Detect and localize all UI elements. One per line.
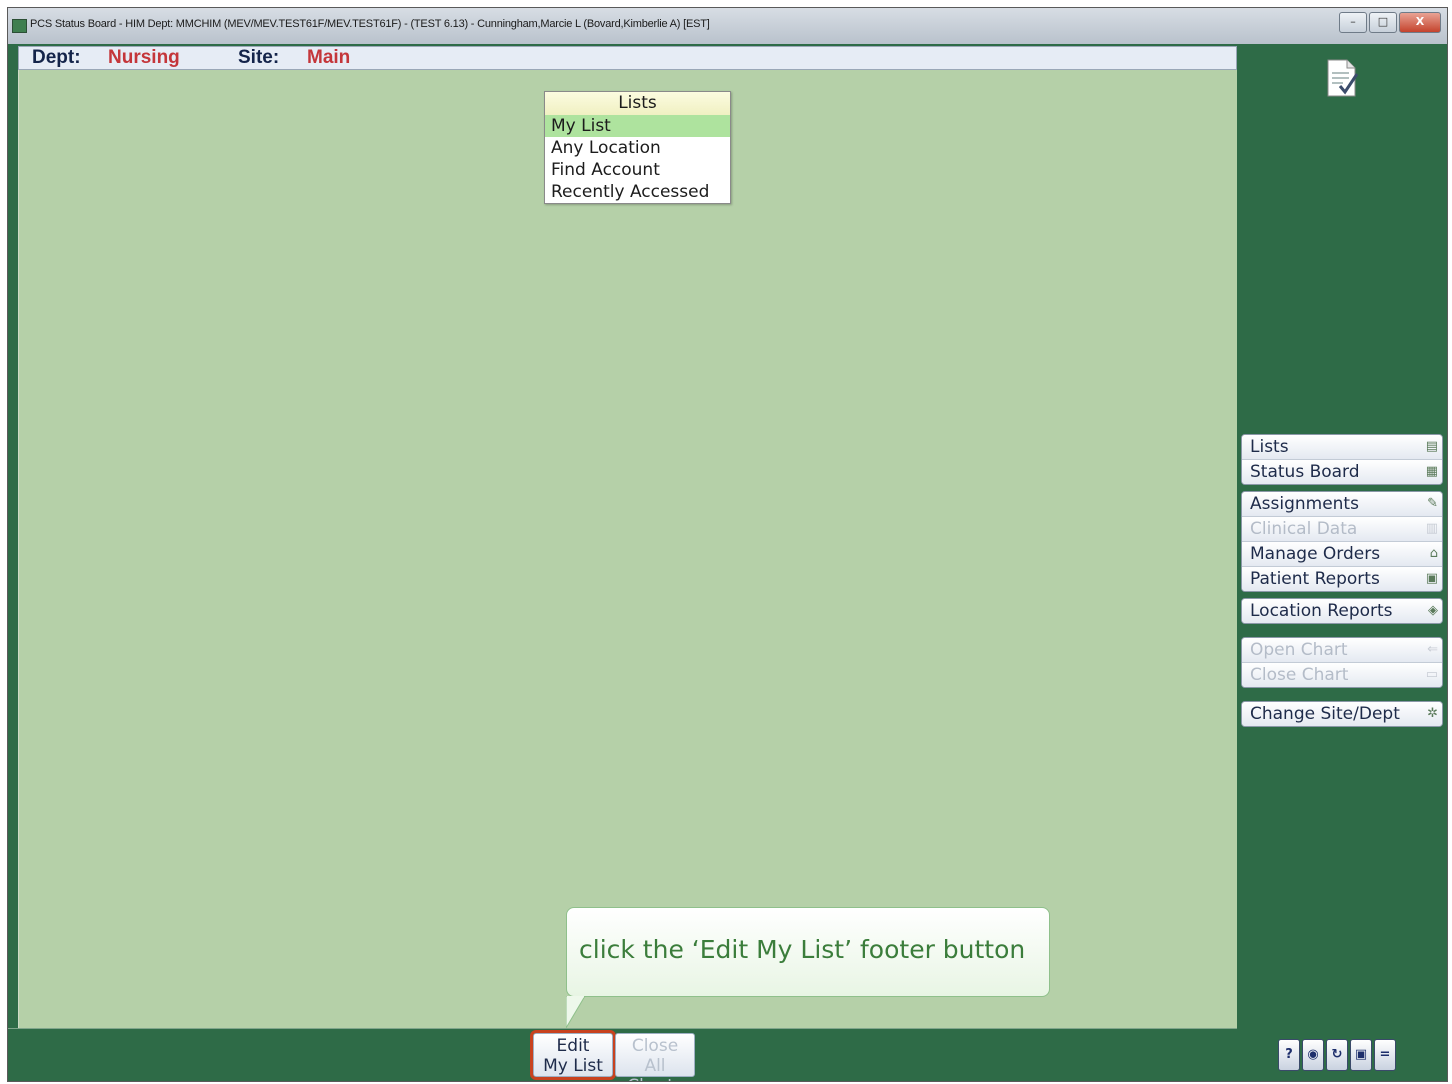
footer-bar: Edit My List Close All Charts: [8, 1028, 1237, 1081]
lists-menu-header: Lists: [545, 92, 730, 115]
edit-my-list-button[interactable]: Edit My List: [530, 1030, 616, 1080]
nav-group-location: Location Reports ◈: [1241, 598, 1443, 624]
maximize-button[interactable]: □: [1369, 12, 1397, 33]
lists-menu-item[interactable]: Recently Accessed: [545, 181, 730, 203]
app-icon: [12, 19, 27, 33]
nav-button-manage-orders[interactable]: Manage Orders ⌂: [1242, 542, 1442, 567]
lock-icon[interactable]: ▣: [1350, 1039, 1372, 1071]
nav-button-lists[interactable]: Lists ▤: [1242, 435, 1442, 460]
nav-button-label: Manage Orders: [1250, 544, 1381, 564]
nav-group-lists: Lists ▤ Status Board ▦: [1241, 434, 1443, 485]
instruction-callout: click the ‘Edit My List’ footer button: [566, 907, 1050, 997]
nav-group-clinical: Assignments ✎ Clinical Data ▥ Manage Orders ⌂…: [1241, 491, 1443, 592]
close-window-button[interactable]: X: [1399, 12, 1441, 33]
site-label: Site:: [238, 47, 280, 68]
window-controls: – □ X: [1339, 12, 1441, 33]
utility-tray: ? ◉ ↻ ▣ =: [1278, 1039, 1396, 1071]
nav-button-open-chart[interactable]: Open Chart ⇐: [1242, 638, 1442, 663]
nav-button-label: Close Chart: [1250, 665, 1349, 685]
location-report-icon: ◈: [1428, 603, 1438, 618]
nav-button-clinical-data[interactable]: Clinical Data ▥: [1242, 517, 1442, 542]
chart-icon: ▥: [1425, 521, 1438, 536]
lists-menu-item[interactable]: My List: [545, 115, 730, 137]
dept-label: Dept:: [32, 47, 81, 68]
list-check-icon: ▤: [1425, 439, 1438, 454]
dept-value: Nursing: [108, 47, 180, 68]
nav-button-change-site-dept[interactable]: Change Site/Dept ✲: [1242, 702, 1442, 726]
edit-my-list-line1: Edit: [556, 1036, 590, 1056]
grid-icon: ▦: [1425, 464, 1438, 479]
site-value: Main: [307, 47, 351, 68]
nav-group-chart: Open Chart ⇐ Close Chart ▭: [1241, 637, 1443, 688]
callout-tail: [566, 996, 586, 1029]
nav-button-label: Assignments: [1250, 494, 1359, 514]
nav-group-site: Change Site/Dept ✲: [1241, 701, 1443, 727]
minimize-panel-icon[interactable]: =: [1374, 1039, 1396, 1071]
pencil-icon: ✎: [1427, 496, 1438, 511]
nav-button-label: Open Chart: [1250, 640, 1348, 660]
callout-text: click the ‘Edit My List’ footer button: [579, 935, 1026, 964]
close-all-charts-line1: Close: [631, 1036, 679, 1056]
nav-button-location-reports[interactable]: Location Reports ◈: [1242, 599, 1442, 623]
dept-site-bar: Dept: Nursing Site: Main: [18, 46, 1237, 70]
close-all-charts-button[interactable]: Close All Charts: [615, 1033, 695, 1081]
nav-button-close-chart[interactable]: Close Chart ▭: [1242, 663, 1442, 687]
nav-button-patient-reports[interactable]: Patient Reports ▣: [1242, 567, 1442, 591]
lists-menu-item[interactable]: Any Location: [545, 137, 730, 159]
title-bar[interactable]: PCS Status Board - HIM Dept: MMCHIM (MEV…: [8, 8, 1447, 44]
nav-button-label: Location Reports: [1250, 601, 1393, 621]
close-chart-icon: ▭: [1425, 667, 1438, 682]
nav-button-assignments[interactable]: Assignments ✎: [1242, 492, 1442, 517]
window-title: PCS Status Board - HIM Dept: MMCHIM (MEV…: [30, 18, 710, 30]
minimize-button[interactable]: –: [1339, 12, 1367, 33]
pcs-status-board-window: PCS Status Board - HIM Dept: MMCHIM (MEV…: [7, 7, 1448, 1082]
nav-button-label: Clinical Data: [1250, 519, 1358, 539]
help-icon[interactable]: ?: [1278, 1039, 1300, 1071]
lists-menu-item[interactable]: Find Account: [545, 159, 730, 181]
main-content-area: Lists My List Any Location Find Account Rec…: [18, 70, 1237, 1028]
document-check-icon: [1327, 59, 1359, 97]
nav-button-label: Status Board: [1250, 462, 1360, 482]
nav-button-label: Patient Reports: [1250, 569, 1380, 589]
nav-button-label: Lists: [1250, 437, 1289, 457]
refresh-icon[interactable]: ↻: [1326, 1039, 1348, 1071]
nav-button-status-board[interactable]: Status Board ▦: [1242, 460, 1442, 484]
edit-my-list-line2: My List: [543, 1056, 603, 1076]
gear-icon: ✲: [1427, 706, 1438, 721]
right-nav-panel: Lists ▤ Status Board ▦ Assignments ✎ Clinical…: [1237, 44, 1447, 1081]
report-icon: ▣: [1425, 571, 1438, 586]
close-all-charts-line2: All Charts: [627, 1056, 683, 1081]
lists-menu: Lists My List Any Location Find Account Rec…: [544, 91, 731, 204]
nav-button-label: Change Site/Dept: [1250, 704, 1400, 724]
globe-icon[interactable]: ◉: [1302, 1039, 1324, 1071]
open-chart-icon: ⇐: [1427, 642, 1438, 657]
orders-icon: ⌂: [1429, 546, 1438, 561]
